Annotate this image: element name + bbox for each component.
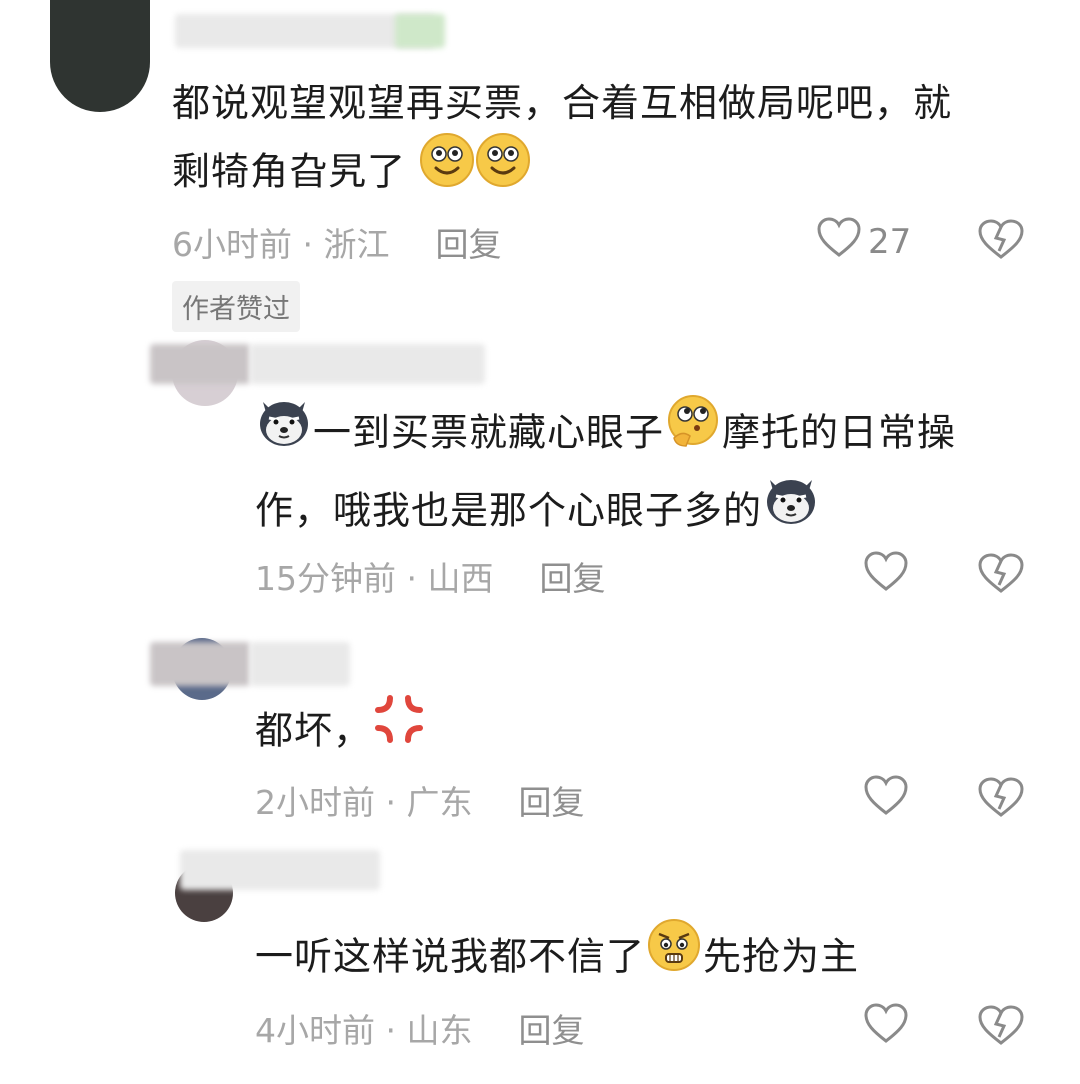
username-blurred[interactable] (150, 642, 250, 686)
comment-item: 一到买票就藏心眼子 摩托的日常操 作，哦我也是那个心眼子多的 15分钟前 · 山… (0, 330, 1080, 610)
comment-text-span: 剩犄角旮旯了 (172, 149, 407, 194)
author-liked-badge: 作者赞过 (172, 281, 300, 332)
comment-time: 2小时前 (255, 783, 375, 822)
username-blurred[interactable] (150, 344, 250, 384)
comment-text: 一听这样说我都不信了 先抢为主 (255, 919, 860, 998)
comment-location: 山东 (406, 1011, 473, 1050)
separator-dot: · (396, 559, 428, 598)
username-blurred[interactable] (250, 344, 485, 384)
comment-text-span: 一听这样说我都不信了 (255, 934, 646, 979)
broken-heart-icon[interactable] (977, 1004, 1025, 1050)
comment-text-span: 摩托的日常操 (722, 410, 957, 455)
heart-outline-icon (816, 216, 862, 267)
comment-text-line: 一到买票就藏心眼子 摩托的日常操 (255, 395, 1055, 474)
comment-text-span: 都坏， (255, 708, 373, 753)
comment-text-span: 先抢为主 (703, 934, 860, 979)
comment-text: 都坏， (255, 695, 426, 770)
smile-emoji-icon (475, 132, 531, 208)
username-blurred-part (395, 14, 445, 48)
comment-item: 都说观望观望再买票，合着互相做局呢吧，就 剩犄角旮旯了 6小时前 · 浙江 回复 … (0, 0, 1080, 332)
husky-emoji-icon (255, 392, 313, 470)
username-blurred[interactable] (180, 850, 380, 890)
like-button[interactable]: 27 (816, 216, 911, 267)
comment-text-line: 作，哦我也是那个心眼子多的 (255, 474, 1055, 552)
comment-text: 都说观望观望再买票，合着互相做局呢吧，就 剩犄角旮旯了 (172, 70, 1052, 212)
separator-dot: · (292, 225, 324, 264)
comment-meta: 15分钟前 · 山西 回复 (255, 552, 605, 600)
avatar[interactable] (50, 0, 150, 112)
heart-outline-icon[interactable] (862, 774, 910, 820)
comment-time: 15分钟前 (255, 559, 396, 598)
reply-button[interactable]: 回复 (518, 783, 584, 822)
like-count: 27 (868, 221, 912, 262)
reply-button[interactable]: 回复 (539, 559, 605, 598)
comment-item: 一听这样说我都不信了 先抢为主 4小时前 · 山东 回复 (0, 850, 1080, 1080)
reply-button[interactable]: 回复 (435, 225, 501, 264)
comment-location: 山西 (427, 559, 494, 598)
comment-text: 一到买票就藏心眼子 摩托的日常操 作，哦我也是那个心眼子多的 (255, 395, 1055, 552)
reply-button[interactable]: 回复 (518, 1011, 584, 1050)
comment-time: 4小时前 (255, 1011, 375, 1050)
thinking-emoji-icon (664, 392, 722, 470)
separator-dot: · (375, 783, 407, 822)
separator-dot: · (375, 1011, 407, 1050)
broken-heart-icon[interactable] (977, 218, 1025, 264)
broken-heart-icon[interactable] (977, 552, 1025, 598)
comment-text-span: 作，哦我也是那个心眼子多的 (255, 488, 763, 533)
comment-location: 广东 (406, 783, 473, 822)
worried-emoji-icon (645, 916, 703, 994)
comment-text-line: 剩犄角旮旯了 (172, 133, 1052, 212)
comment-meta: 4小时前 · 山东 回复 (255, 1004, 584, 1052)
anger-symbol-icon (372, 692, 426, 766)
comment-time: 6小时前 (172, 225, 292, 264)
heart-outline-icon[interactable] (862, 1002, 910, 1048)
comment-text-line: 都说观望观望再买票，合着互相做局呢吧，就 (172, 81, 953, 125)
heart-outline-icon[interactable] (862, 550, 910, 596)
username-blurred[interactable] (250, 642, 350, 686)
comment-text-span: 一到买票就藏心眼子 (313, 410, 665, 455)
comment-location: 浙江 (323, 225, 390, 264)
comment-item: 都坏， 2小时前 · 广东 回复 (0, 630, 1080, 840)
broken-heart-icon[interactable] (977, 776, 1025, 822)
comment-meta: 2小时前 · 广东 回复 (255, 776, 584, 824)
husky-emoji-icon (762, 470, 820, 548)
comment-meta: 6小时前 · 浙江 回复 (172, 218, 501, 266)
smile-emoji-icon (419, 132, 475, 208)
